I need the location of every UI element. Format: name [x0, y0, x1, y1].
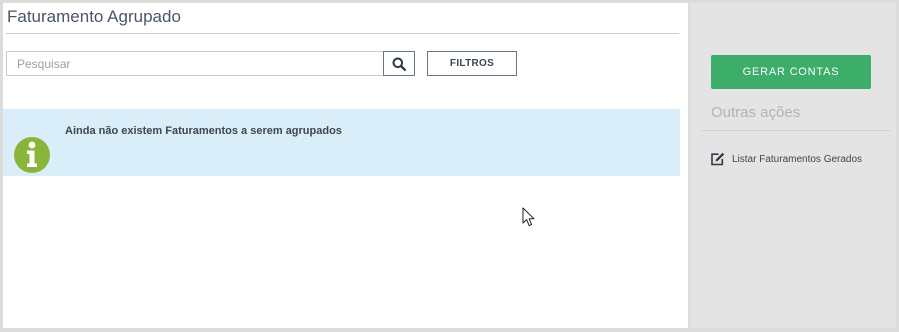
sidebar: GERAR CONTAS Outras ações Listar Faturam…: [690, 3, 896, 328]
alert-message: Ainda não existem Faturamentos a serem a…: [65, 125, 342, 137]
search-icon: [392, 57, 406, 71]
page-title: Faturamento Agrupado: [7, 7, 181, 26]
sidebar-divider: [702, 130, 890, 131]
other-actions-title: Outras ações: [711, 104, 801, 121]
info-icon: [14, 137, 50, 173]
title-divider: [6, 33, 679, 34]
main-panel: Faturamento Agrupado FILTROS Ainda não e…: [3, 3, 688, 328]
edit-icon: [711, 152, 725, 166]
list-generated-billings-link[interactable]: Listar Faturamentos Gerados: [710, 152, 862, 166]
generate-accounts-button[interactable]: GERAR CONTAS: [711, 55, 871, 89]
info-alert: Ainda não existem Faturamentos a serem a…: [3, 109, 680, 176]
filters-button[interactable]: FILTROS: [427, 51, 517, 76]
search-input[interactable]: [6, 51, 384, 76]
app-frame: Faturamento Agrupado FILTROS Ainda não e…: [0, 0, 899, 332]
search-button[interactable]: [383, 51, 415, 76]
mouse-cursor-icon: [522, 207, 535, 227]
action-link-label: Listar Faturamentos Gerados: [732, 153, 863, 165]
